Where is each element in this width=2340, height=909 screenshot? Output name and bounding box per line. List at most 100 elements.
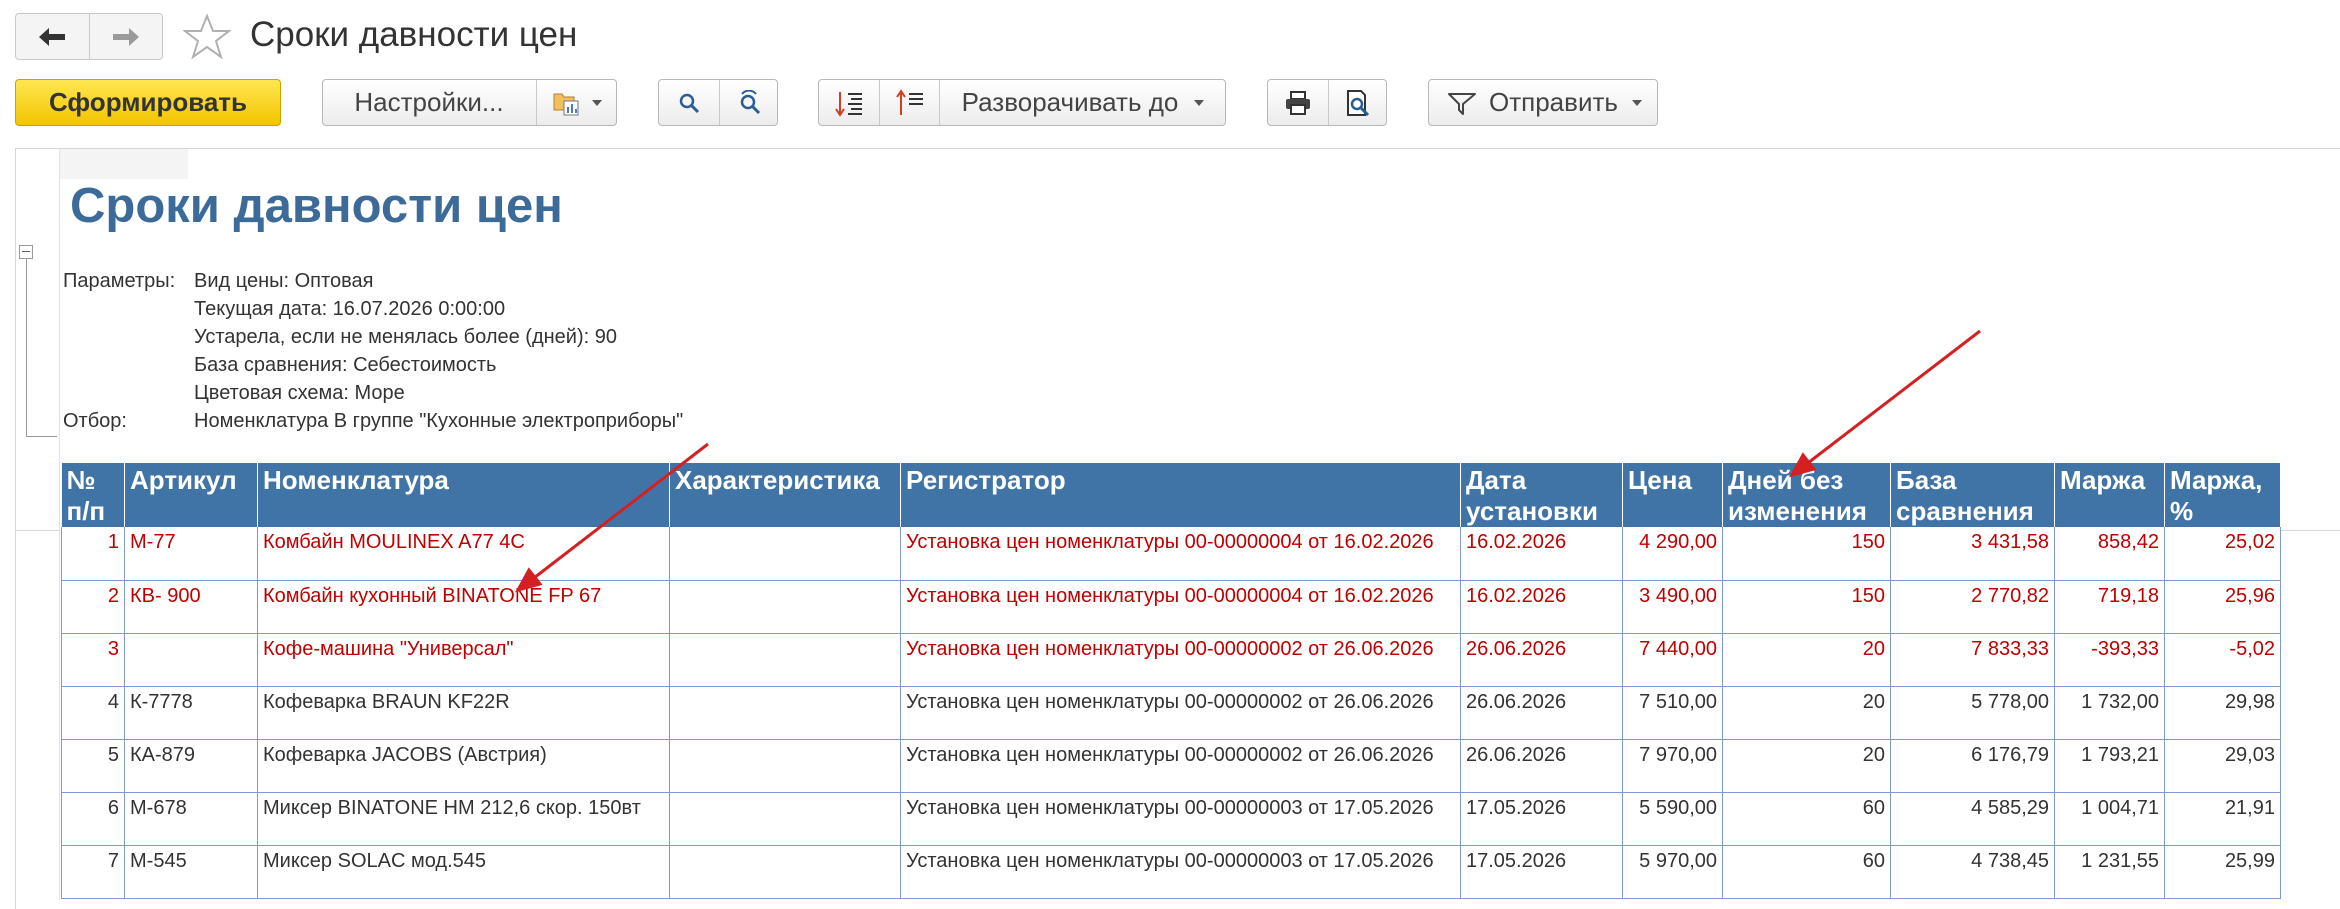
cell-comparison-base[interactable]: 3 431,58 [1890, 527, 2055, 581]
cell-set-date[interactable]: 17.05.2026 [1460, 845, 1623, 899]
settings-button[interactable]: Настройки... [323, 80, 535, 125]
cell-margin-pct[interactable]: 21,91 [2164, 792, 2281, 846]
cell-price[interactable]: 5 970,00 [1622, 845, 1723, 899]
cell-price[interactable]: 7 510,00 [1622, 686, 1723, 740]
cell-days-unchanged[interactable]: 20 [1722, 739, 1891, 793]
cell-article[interactable]: М-77 [124, 527, 258, 581]
collapse-all-button[interactable] [819, 80, 878, 125]
table-row[interactable]: 3 Кофе-машина "Универсал" Установка цен но… [61, 633, 2281, 687]
cell-margin[interactable]: 1 793,21 [2054, 739, 2165, 793]
cell-number[interactable]: 6 [61, 792, 125, 846]
cell-characteristic[interactable] [669, 580, 901, 634]
cell-margin-pct[interactable]: 29,98 [2164, 686, 2281, 740]
expand-to-dropdown[interactable]: Разворачивать до [939, 80, 1226, 125]
cell-registrar[interactable]: Установка цен номенклатуры 00-00000004 о… [900, 527, 1461, 581]
table-row[interactable]: 1 М-77 Комбайн MOULINEX A77 4C Установка це… [61, 527, 2281, 581]
cell-margin[interactable]: 858,42 [2054, 527, 2165, 581]
cell-comparison-base[interactable]: 4 585,29 [1890, 792, 2055, 846]
cell-article[interactable]: К-7778 [124, 686, 258, 740]
cell-days-unchanged[interactable]: 60 [1722, 792, 1891, 846]
cell-nomenclature[interactable]: Комбайн MOULINEX A77 4C [257, 527, 670, 581]
cell-number[interactable]: 5 [61, 739, 125, 793]
print-button[interactable] [1268, 80, 1327, 125]
cell-characteristic[interactable] [669, 527, 901, 581]
cell-margin-pct[interactable]: 25,02 [2164, 527, 2281, 581]
cell-comparison-base[interactable]: 6 176,79 [1890, 739, 2055, 793]
generate-button[interactable]: Сформировать [15, 79, 281, 126]
cell-nomenclature[interactable]: Кофеварка JACOBS (Австрия) [257, 739, 670, 793]
col-header-comparison-base[interactable]: База сравнения [1890, 463, 2055, 527]
cell-set-date[interactable]: 17.05.2026 [1460, 792, 1623, 846]
cell-number[interactable]: 4 [61, 686, 125, 740]
cell-nomenclature[interactable]: Миксер BINATONE HM 212,6 скор. 150вт [257, 792, 670, 846]
cell-set-date[interactable]: 16.02.2026 [1460, 580, 1623, 634]
cell-registrar[interactable]: Установка цен номенклатуры 00-00000002 о… [900, 686, 1461, 740]
cell-characteristic[interactable] [669, 633, 901, 687]
col-header-article[interactable]: Артикул [124, 463, 258, 527]
collapse-group-toggle[interactable] [19, 245, 33, 259]
cell-characteristic[interactable] [669, 845, 901, 899]
cell-price[interactable]: 7 440,00 [1622, 633, 1723, 687]
cell-registrar[interactable]: Установка цен номенклатуры 00-00000002 о… [900, 739, 1461, 793]
cell-registrar[interactable]: Установка цен номенклатуры 00-00000003 о… [900, 792, 1461, 846]
cell-set-date[interactable]: 16.02.2026 [1460, 527, 1623, 581]
cell-registrar[interactable]: Установка цен номенклатуры 00-00000003 о… [900, 845, 1461, 899]
table-row[interactable]: 6 М-678 Миксер BINATONE HM 212,6 скор. 150… [61, 792, 2281, 846]
find-button[interactable] [659, 80, 718, 125]
cell-number[interactable]: 2 [61, 580, 125, 634]
table-row[interactable]: 4 К-7778 Кофеварка BRAUN KF22R Установка це… [61, 686, 2281, 740]
star-icon[interactable] [183, 13, 231, 61]
cell-days-unchanged[interactable]: 60 [1722, 845, 1891, 899]
col-header-number[interactable]: № п/п [61, 463, 125, 527]
cell-margin-pct[interactable]: 29,03 [2164, 739, 2281, 793]
cell-nomenclature[interactable]: Комбайн кухонный BINATONE FP 67 [257, 580, 670, 634]
table-row[interactable]: 5 КА-879 Кофеварка JACOBS (Австрия) Установ… [61, 739, 2281, 793]
cell-price[interactable]: 3 490,00 [1622, 580, 1723, 634]
cell-margin[interactable]: 719,18 [2054, 580, 2165, 634]
back-button[interactable] [16, 14, 89, 59]
cell-number[interactable]: 7 [61, 845, 125, 899]
cell-price[interactable]: 4 290,00 [1622, 527, 1723, 581]
cell-days-unchanged[interactable]: 20 [1722, 686, 1891, 740]
col-header-margin[interactable]: Маржа [2054, 463, 2165, 527]
col-header-registrar[interactable]: Регистратор [900, 463, 1461, 527]
cell-characteristic[interactable] [669, 686, 901, 740]
table-row[interactable]: 7 М-545 Миксер SOLAC мод.545 Установка цен … [61, 845, 2281, 899]
cell-comparison-base[interactable]: 4 738,45 [1890, 845, 2055, 899]
cell-set-date[interactable]: 26.06.2026 [1460, 686, 1623, 740]
col-header-set-date[interactable]: Дата установки [1460, 463, 1623, 527]
variants-button[interactable] [536, 80, 617, 125]
cell-set-date[interactable]: 26.06.2026 [1460, 739, 1623, 793]
cell-days-unchanged[interactable]: 150 [1722, 527, 1891, 581]
cell-article[interactable]: М-545 [124, 845, 258, 899]
cell-characteristic[interactable] [669, 739, 901, 793]
cell-comparison-base[interactable]: 2 770,82 [1890, 580, 2055, 634]
expand-all-button[interactable] [879, 80, 939, 125]
cell-number[interactable]: 1 [61, 527, 125, 581]
cell-registrar[interactable]: Установка цен номенклатуры 00-00000004 о… [900, 580, 1461, 634]
cell-article[interactable]: КВ- 900 [124, 580, 258, 634]
cell-characteristic[interactable] [669, 792, 901, 846]
cell-set-date[interactable]: 26.06.2026 [1460, 633, 1623, 687]
cell-margin-pct[interactable]: 25,96 [2164, 580, 2281, 634]
cell-days-unchanged[interactable]: 150 [1722, 580, 1891, 634]
cell-article[interactable] [124, 633, 258, 687]
cell-margin[interactable]: 1 231,55 [2054, 845, 2165, 899]
cell-registrar[interactable]: Установка цен номенклатуры 00-00000002 о… [900, 633, 1461, 687]
send-button[interactable]: Отправить [1428, 79, 1658, 126]
cell-comparison-base[interactable]: 7 833,33 [1890, 633, 2055, 687]
col-header-nomenclature[interactable]: Номенклатура [257, 463, 670, 527]
col-header-price[interactable]: Цена [1622, 463, 1723, 527]
cell-number[interactable]: 3 [61, 633, 125, 687]
find-next-button[interactable] [719, 80, 778, 125]
cell-margin[interactable]: 1 732,00 [2054, 686, 2165, 740]
col-header-characteristic[interactable]: Характеристика [669, 463, 901, 527]
col-header-days-unchanged[interactable]: Дней без изменения [1722, 463, 1891, 527]
cell-days-unchanged[interactable]: 20 [1722, 633, 1891, 687]
cell-nomenclature[interactable]: Кофе-машина "Универсал" [257, 633, 670, 687]
print-preview-button[interactable] [1328, 80, 1387, 125]
cell-nomenclature[interactable]: Миксер SOLAC мод.545 [257, 845, 670, 899]
cell-price[interactable]: 5 590,00 [1622, 792, 1723, 846]
cell-margin-pct[interactable]: 25,99 [2164, 845, 2281, 899]
col-header-margin-pct[interactable]: Маржа, % [2164, 463, 2281, 527]
